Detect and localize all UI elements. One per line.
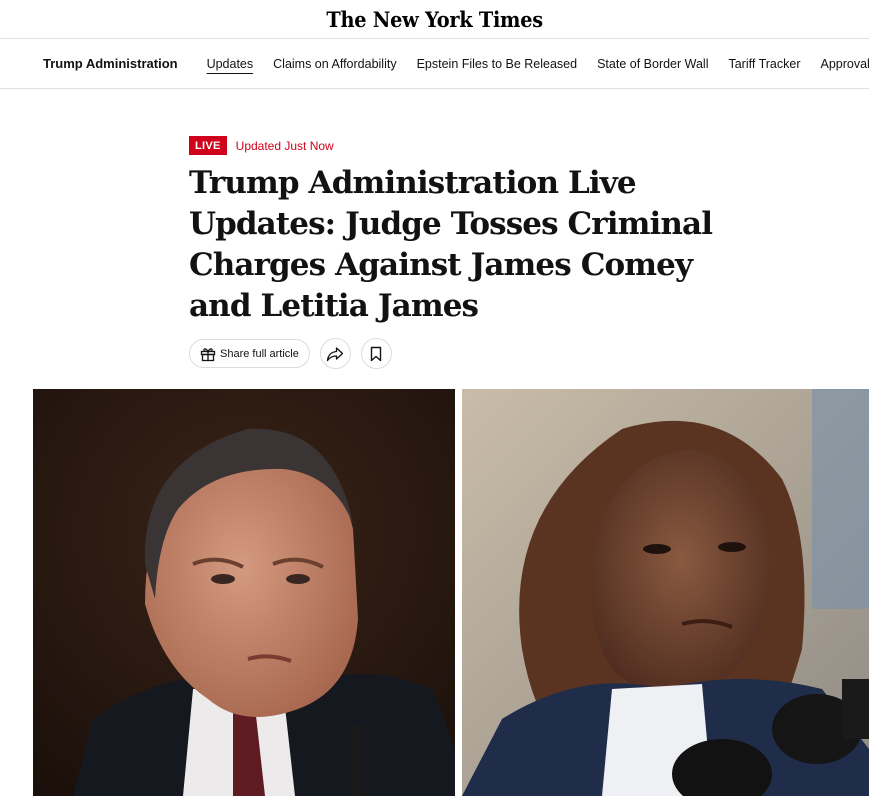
nav-link-tariff-tracker[interactable]: Tariff Tracker [728, 57, 800, 71]
article-headline: Trump Administration Live Updates: Judge… [189, 165, 713, 324]
nav-link-updates[interactable]: Updates [207, 57, 254, 71]
article-actions: Share full article [189, 338, 392, 369]
gift-icon [200, 347, 216, 361]
bookmark-icon [371, 346, 382, 361]
comey-photo[interactable] [33, 389, 455, 796]
share-icon [327, 346, 344, 361]
masthead: The New York Times [0, 0, 869, 38]
letitia-james-photo[interactable] [462, 389, 869, 796]
nav-link-claims-on-affordability[interactable]: Claims on Affordability [273, 57, 396, 71]
section-nav: Trump Administration Updates Claims on A… [0, 38, 869, 89]
share-full-article-button[interactable]: Share full article [189, 339, 310, 368]
nav-link-approval-rating[interactable]: Approval Rating [821, 57, 869, 71]
live-badge: LIVE [189, 136, 227, 155]
updated-timestamp: Updated Just Now [235, 138, 334, 153]
nyt-logo[interactable]: The New York Times [326, 7, 543, 32]
save-button[interactable] [360, 338, 392, 369]
article-meta: LIVE Updated Just Now [189, 136, 749, 155]
nav-link-border-wall[interactable]: State of Border Wall [597, 57, 708, 71]
share-full-article-label: Share full article [220, 347, 299, 360]
article-header: LIVE Updated Just Now Trump Administrati… [189, 136, 749, 327]
nav-link-epstein-files[interactable]: Epstein Files to Be Released [417, 57, 578, 71]
nav-section-title[interactable]: Trump Administration [43, 56, 178, 71]
share-button[interactable] [319, 338, 351, 369]
